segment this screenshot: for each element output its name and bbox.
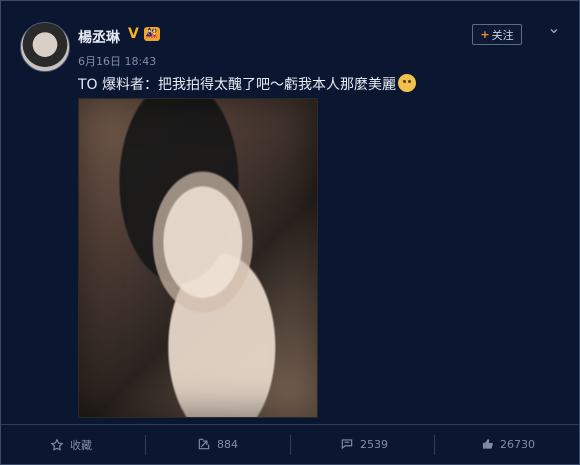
divider	[434, 435, 435, 455]
like-count: 26730	[500, 437, 535, 451]
post-text-content: TO 爆料者：把我拍得太醜了吧～虧我本人那麼美麗	[78, 77, 397, 93]
thumbs-up-icon	[482, 439, 493, 449]
author-name[interactable]: 楊丞琳	[78, 27, 120, 47]
comment-count: 2539	[360, 437, 388, 451]
divider	[290, 435, 291, 455]
plus-icon: +	[480, 28, 490, 41]
member-badge-icon: 🎎	[144, 27, 160, 41]
favorite-button[interactable]: 收藏	[50, 437, 92, 453]
repost-button[interactable]: 884	[197, 437, 238, 451]
comment-button[interactable]: 2539	[340, 437, 388, 451]
like-button[interactable]: 26730	[480, 437, 535, 451]
post-timestamp[interactable]: 6月16日 18:43	[78, 53, 156, 69]
favorite-label: 收藏	[70, 439, 92, 452]
verified-icon: V	[128, 26, 139, 42]
chevron-down-icon[interactable]: ⌄	[545, 19, 563, 37]
blush-emoji-icon	[398, 74, 417, 92]
follow-label: 关注	[491, 28, 514, 42]
avatar[interactable]	[20, 22, 70, 72]
divider	[145, 435, 146, 455]
post-text: TO 爆料者：把我拍得太醜了吧～虧我本人那麼美麗	[78, 74, 417, 94]
follow-button[interactable]: + 关注	[472, 24, 522, 45]
repost-icon	[198, 438, 210, 450]
post-photo[interactable]	[78, 98, 318, 418]
weibo-post-card: 楊丞琳 V 🎎 6月16日 18:43 + 关注 ⌄ TO 爆料者：把我拍得太醜…	[0, 0, 580, 465]
repost-count: 884	[217, 437, 238, 451]
comment-icon	[341, 439, 353, 450]
action-bar: 收藏 884 2539 26730	[1, 424, 579, 465]
star-icon	[50, 438, 64, 451]
